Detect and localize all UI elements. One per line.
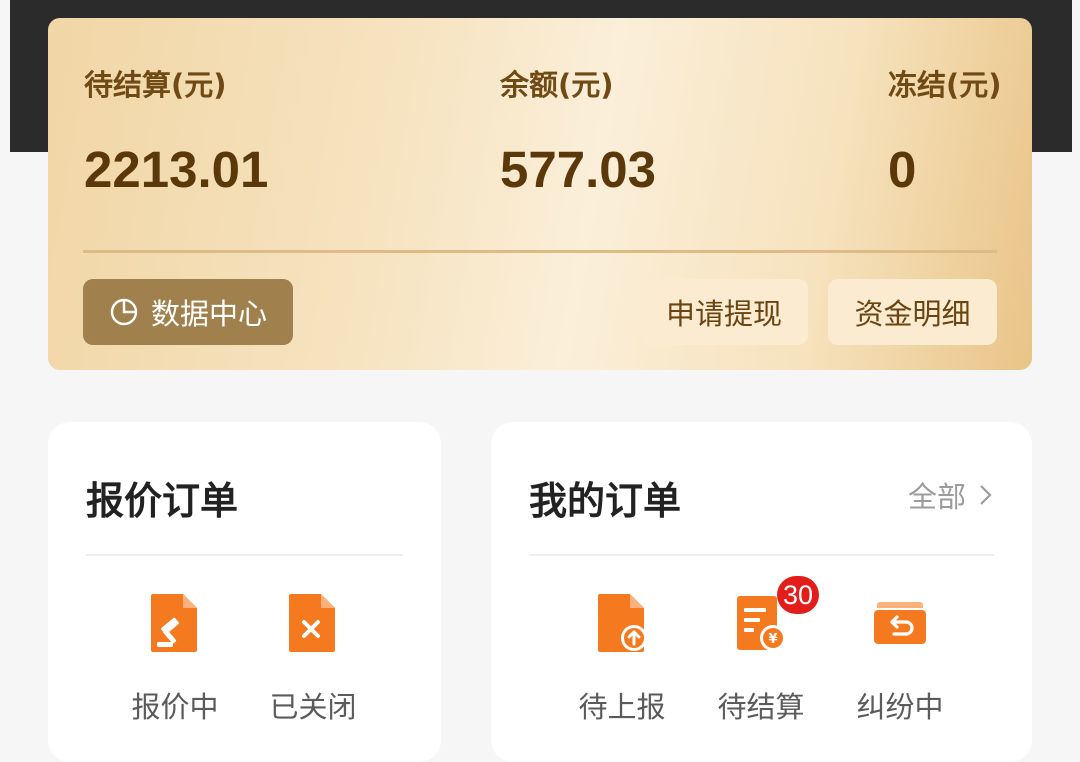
pending-settlement-label: 待结算(元) — [84, 68, 227, 102]
frozen-value: 0 — [888, 141, 917, 198]
pending-settlement-value: 2213.01 — [84, 141, 269, 198]
auction-document-icon — [147, 592, 203, 654]
pending-settlement-entry-label: 待结算 — [717, 690, 805, 724]
dispute-entry[interactable]: 纠纷中 — [835, 592, 965, 726]
quote-orders-panel: 报价订单 报价中 已关闭 — [48, 422, 441, 762]
settlement-bill-icon: ¥ 30 — [733, 576, 819, 654]
data-center-label: 数据中心 — [150, 297, 267, 331]
withdraw-label: 申请提现 — [665, 297, 782, 331]
fund-details-label: 资金明细 — [854, 297, 971, 331]
view-all-label: 全部 — [907, 480, 966, 514]
my-orders-panel: 我的订单 全部 待上报 ¥ 30 待结算 纠纷中 — [491, 422, 1032, 762]
withdraw-button[interactable]: 申请提现 — [640, 279, 808, 345]
unread-count-badge: 30 — [777, 576, 819, 614]
chevron-right-icon — [980, 485, 992, 505]
upload-document-icon — [594, 592, 650, 654]
pending-report-label: 待上报 — [578, 690, 666, 724]
pie-chart-icon — [110, 298, 138, 326]
balance-value: 577.03 — [500, 141, 656, 198]
dispute-box-icon — [872, 592, 928, 654]
my-orders-title: 我的订单 — [529, 479, 682, 523]
fund-details-button[interactable]: 资金明细 — [828, 279, 997, 345]
view-all-link[interactable]: 全部 — [908, 474, 996, 516]
quote-orders-title: 报价订单 — [86, 479, 239, 523]
pending-settlement-entry[interactable]: ¥ 30 待结算 — [696, 576, 826, 726]
quoting-label: 报价中 — [131, 690, 219, 724]
closed-document-icon — [285, 592, 341, 654]
svg-text:¥: ¥ — [768, 632, 777, 647]
panel-divider — [529, 554, 994, 556]
wallet-summary-card: 待结算(元) 2213.01 余额(元) 577.03 冻结(元) 0 数据中心… — [48, 18, 1032, 370]
closed-label: 已关闭 — [269, 690, 357, 724]
card-divider — [83, 250, 997, 253]
data-center-button[interactable]: 数据中心 — [83, 279, 293, 345]
panel-divider — [86, 554, 403, 556]
pending-report-entry[interactable]: 待上报 — [557, 592, 687, 726]
frozen-label: 冻结(元) — [888, 68, 1002, 102]
dispute-label: 纠纷中 — [856, 690, 944, 724]
closed-entry[interactable]: 已关闭 — [248, 592, 378, 726]
quoting-entry[interactable]: 报价中 — [110, 592, 240, 726]
balance-label: 余额(元) — [500, 68, 614, 102]
